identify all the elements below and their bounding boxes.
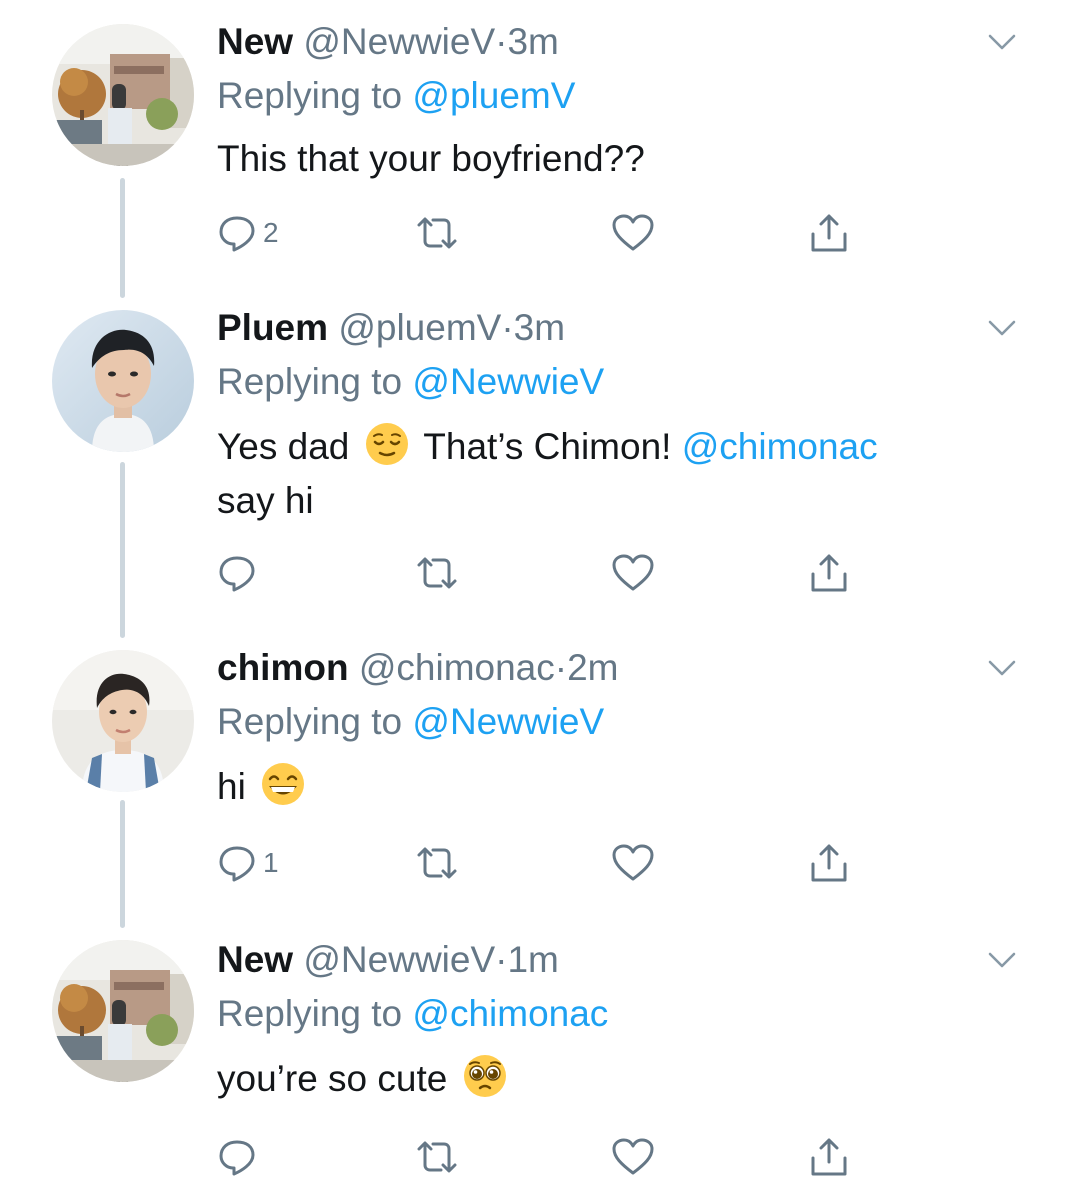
reply-icon [219,846,255,882]
handle[interactable]: @NewwieV [303,939,495,980]
retweet-icon [417,847,457,879]
caret-down-icon[interactable] [987,658,1017,678]
reply-icon [219,556,255,592]
replying-to: Replying to @NewwieV [217,360,604,404]
reply-button[interactable] [217,550,263,596]
share-button[interactable] [809,840,849,886]
tweet-actions: 2 [217,210,877,256]
tweet-header: Pluem @pluemV·3m [217,306,565,350]
timestamp[interactable]: 1m [507,939,558,980]
caret-down-icon[interactable] [987,318,1017,338]
avatar[interactable] [52,940,194,1082]
reply-button[interactable]: 1 [217,840,279,886]
grinning-face-emoji [262,763,305,805]
display-name[interactable]: Pluem [217,307,328,348]
replying-to: Replying to @chimonac [217,992,608,1036]
reply-icon [219,216,255,252]
separator: · [554,647,568,688]
like-button[interactable] [611,210,655,256]
reply-count: 1 [263,847,279,878]
replying-mention[interactable]: @NewwieV [412,701,604,742]
retweet-button[interactable] [413,1134,461,1180]
retweet-button[interactable] [413,550,461,596]
share-icon [811,844,847,882]
share-button[interactable] [809,550,849,596]
replying-to: Replying to @pluemV [217,74,575,118]
replying-mention[interactable]: @pluemV [412,75,575,116]
share-button[interactable] [809,210,849,256]
reply-icon [219,1140,255,1176]
tweet-actions [217,1134,877,1180]
share-icon [811,214,847,252]
tweet-header: chimon @chimonac·2m [217,646,619,690]
handle[interactable]: @pluemV [338,307,501,348]
tweet-text: Yes dad That’s Chimon! @chimonac say hi [217,420,878,528]
share-button[interactable] [809,1134,849,1180]
separator: · [495,21,508,62]
tweet-header: New @NewwieV·3m [217,20,559,64]
like-button[interactable] [611,840,655,886]
replying-prefix: Replying to [217,701,403,742]
replying-prefix: Replying to [217,993,403,1034]
tweet-4[interactable]: New @NewwieV·1m Replying to @chimonac yo… [0,930,1069,1200]
retweet-icon [417,217,457,249]
display-name[interactable]: New [217,939,293,980]
like-icon [612,214,654,251]
separator: · [501,307,514,348]
display-name[interactable]: New [217,21,293,62]
avatar[interactable] [52,650,194,792]
timestamp[interactable]: 2m [567,647,618,688]
retweet-button[interactable] [413,210,461,256]
tweet-text-line: hi [217,766,246,807]
tweet-text-line: say hi [217,480,314,521]
tweet-actions: 1 [217,840,877,886]
retweet-icon [417,1141,457,1173]
replying-mention[interactable]: @NewwieV [412,361,604,402]
tweet-header: New @NewwieV·1m [217,938,559,982]
replying-prefix: Replying to [217,75,403,116]
replying-mention[interactable]: @chimonac [412,993,608,1034]
caret-down-icon[interactable] [987,32,1017,52]
share-icon [811,554,847,592]
tweet-text: This that your boyfriend?? [217,132,645,186]
reply-count: 2 [263,217,279,248]
tweet-text-line: This that your boyfriend?? [217,138,645,179]
avatar[interactable] [52,310,194,452]
tweet-1[interactable]: New @NewwieV·3m Replying to @pluemV This… [0,0,1069,290]
timestamp[interactable]: 3m [514,307,565,348]
like-button[interactable] [611,1134,655,1180]
tweet-text-segment: That’s Chimon! [423,426,672,467]
replying-prefix: Replying to [217,361,403,402]
tweet-actions [217,550,877,596]
replying-to: Replying to @NewwieV [217,700,604,744]
display-name[interactable]: chimon [217,647,349,688]
avatar[interactable] [52,24,194,166]
pleading-face-emoji [463,1055,506,1097]
tweet-2[interactable]: Pluem @pluemV·3m Replying to @NewwieV Ye… [0,290,1069,630]
retweet-icon [417,557,457,589]
tweet-text: you’re so cute [217,1052,512,1106]
tweet-3[interactable]: chimon @chimonac·2m Replying to @NewwieV… [0,630,1069,930]
tweet-text-segment: Yes dad [217,426,350,467]
timestamp[interactable]: 3m [507,21,558,62]
handle[interactable]: @NewwieV [303,21,495,62]
mention-link[interactable]: @chimonac [682,426,878,467]
like-icon [612,844,654,881]
handle[interactable]: @chimonac [359,647,555,688]
relieved-face-emoji [365,423,408,465]
retweet-button[interactable] [413,840,461,886]
caret-down-icon[interactable] [987,950,1017,970]
like-icon [612,1138,654,1175]
separator: · [495,939,508,980]
tweet-text: hi [217,760,310,814]
tweet-text-line: you’re so cute [217,1058,448,1099]
reply-button[interactable]: 2 [217,210,279,256]
like-button[interactable] [611,550,655,596]
share-icon [811,1138,847,1176]
like-icon [612,554,654,591]
reply-button[interactable] [217,1134,263,1180]
